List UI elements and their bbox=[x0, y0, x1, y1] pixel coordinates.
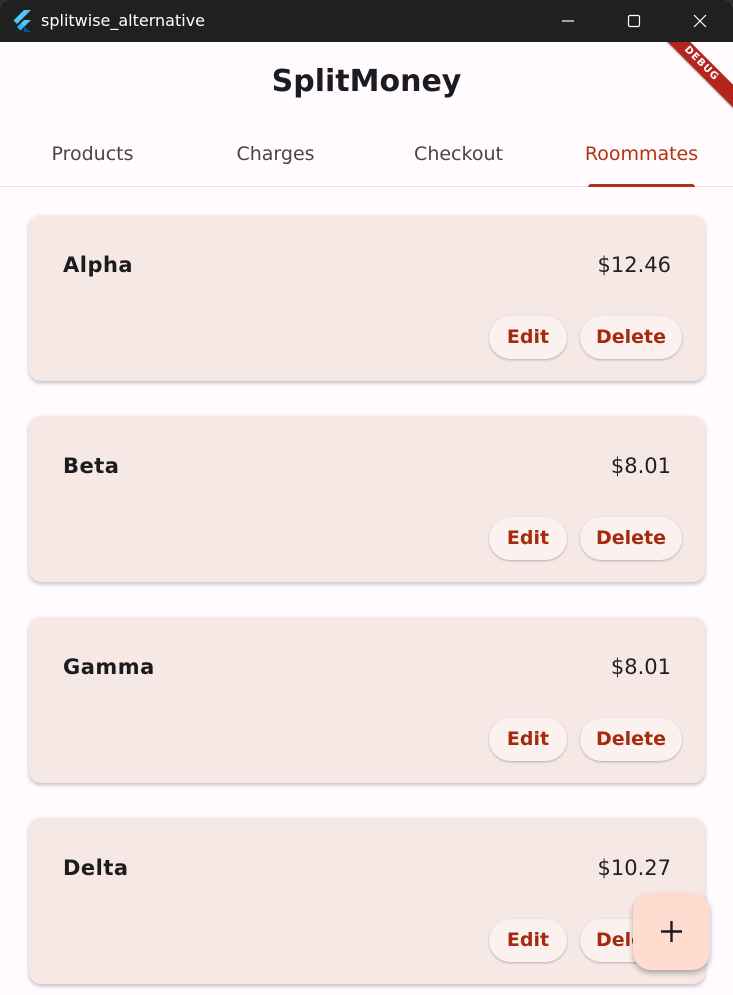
edit-button[interactable]: Edit bbox=[489, 316, 567, 359]
tab-label: Checkout bbox=[414, 143, 503, 165]
edit-button[interactable]: Edit bbox=[489, 517, 567, 560]
delete-button[interactable]: Delete bbox=[580, 316, 682, 359]
roommate-name: Alpha bbox=[63, 253, 134, 277]
roommate-list: Alpha $12.46 Edit Delete Beta $8.01 Edit… bbox=[29, 215, 705, 995]
edit-button[interactable]: Edit bbox=[489, 718, 567, 761]
tab-products[interactable]: Products bbox=[1, 130, 184, 186]
edit-button[interactable]: Edit bbox=[489, 919, 567, 962]
tab-checkout[interactable]: Checkout bbox=[367, 130, 550, 186]
close-icon bbox=[693, 14, 707, 28]
minimize-icon bbox=[562, 20, 574, 22]
roommate-amount: $10.27 bbox=[597, 856, 671, 880]
tab-charges[interactable]: Charges bbox=[184, 130, 367, 186]
roommate-card: Delta $10.27 Edit Delete bbox=[29, 818, 705, 984]
maximize-icon bbox=[627, 14, 641, 28]
delete-button[interactable]: Delete bbox=[580, 517, 682, 560]
tab-label: Products bbox=[51, 143, 134, 165]
roommate-name: Delta bbox=[63, 856, 129, 880]
page-title: SplitMoney bbox=[271, 64, 462, 99]
flutter-logo-icon bbox=[12, 10, 32, 32]
app-content: DEBUG SplitMoney Products Charges Checko… bbox=[0, 42, 733, 995]
roommate-name: Beta bbox=[63, 454, 120, 478]
roommate-amount: $8.01 bbox=[610, 454, 671, 478]
roommate-card: Beta $8.01 Edit Delete bbox=[29, 416, 705, 582]
window-title: splitwise_alternative bbox=[41, 11, 206, 30]
tab-label: Roommates bbox=[584, 143, 699, 165]
minimize-button[interactable] bbox=[535, 0, 601, 42]
title-bar[interactable]: splitwise_alternative bbox=[0, 0, 733, 42]
roommate-card: Alpha $12.46 Edit Delete bbox=[29, 215, 705, 381]
app-window: splitwise_alternative DEBUG SplitMoney P… bbox=[0, 0, 733, 995]
tab-bar: Products Charges Checkout Roommates bbox=[0, 130, 733, 187]
roommate-amount: $12.46 bbox=[597, 253, 671, 277]
plus-icon bbox=[661, 921, 682, 942]
roommate-amount: $8.01 bbox=[610, 655, 671, 679]
tab-roommates[interactable]: Roommates bbox=[550, 130, 733, 187]
roommate-name: Gamma bbox=[63, 655, 155, 679]
delete-button[interactable]: Delete bbox=[580, 718, 682, 761]
tab-indicator bbox=[588, 184, 695, 187]
roommate-card: Gamma $8.01 Edit Delete bbox=[29, 617, 705, 783]
close-button[interactable] bbox=[667, 0, 733, 42]
add-roommate-button[interactable] bbox=[633, 893, 710, 970]
tab-label: Charges bbox=[236, 143, 315, 165]
maximize-button[interactable] bbox=[601, 0, 667, 42]
